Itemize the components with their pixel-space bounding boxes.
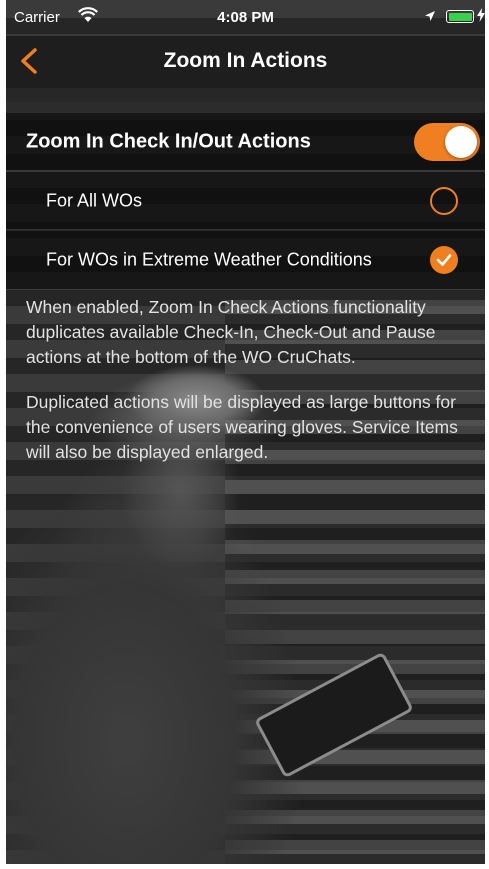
charging-bolt-icon: [477, 8, 485, 22]
battery-level: [448, 12, 472, 21]
checkmark-selected-icon[interactable]: [430, 246, 458, 274]
zoom-in-actions-row: Zoom In Check In/Out Actions: [6, 113, 485, 171]
option-all-wos[interactable]: For All WOs: [6, 172, 485, 230]
section-spacer: [6, 88, 485, 113]
status-time: 4:08 PM: [217, 9, 274, 26]
radio-unselected-icon[interactable]: [430, 187, 458, 215]
zoom-in-actions-label: Zoom In Check In/Out Actions: [26, 130, 311, 152]
option-extreme-weather[interactable]: For WOs in Extreme Weather Conditions: [6, 231, 485, 289]
app-screen: Carrier 4:08 PM Zoom In Actions Zoom In …: [6, 0, 485, 864]
page-title: Zoom In Actions: [163, 49, 328, 72]
description-paragraph-1: When enabled, Zoom In Check Actions func…: [26, 297, 436, 367]
toggle-knob: [445, 126, 477, 158]
status-bar: Carrier 4:08 PM: [6, 0, 485, 36]
navigation-bar: Zoom In Actions: [6, 36, 485, 88]
option-extreme-weather-label: For WOs in Extreme Weather Conditions: [46, 249, 372, 270]
description-paragraph-2: Duplicated actions will be displayed as …: [26, 392, 458, 462]
option-all-wos-label: For All WOs: [46, 190, 143, 210]
zoom-in-actions-toggle[interactable]: [414, 123, 480, 161]
battery-icon: [446, 10, 474, 23]
location-arrow-icon: [425, 11, 435, 21]
